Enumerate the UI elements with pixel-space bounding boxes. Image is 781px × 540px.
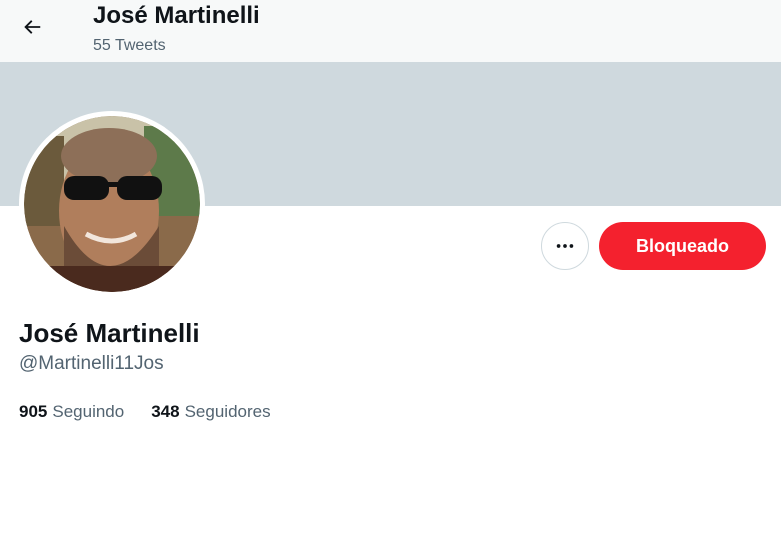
arrow-left-icon xyxy=(24,20,41,34)
more-horizontal-icon xyxy=(556,244,574,248)
more-options-button[interactable] xyxy=(541,222,589,270)
profile-header-bar: José Martinelli 55 Tweets xyxy=(0,0,781,62)
profile-name: José Martinelli xyxy=(19,318,200,348)
header-tweet-count: 55 Tweets xyxy=(93,37,166,54)
following-link[interactable]: 905 Seguindo xyxy=(19,402,124,422)
blocked-button[interactable]: Bloqueado xyxy=(599,222,766,270)
profile-handle: @Martinelli11Jos xyxy=(19,353,164,374)
followers-link[interactable]: 348 Seguidores xyxy=(151,402,270,422)
avatar-photo xyxy=(24,116,200,292)
following-count: 905 xyxy=(19,402,48,421)
following-label: Seguindo xyxy=(52,402,125,421)
profile-stats: 905 Seguindo 348 Seguidores xyxy=(19,402,271,422)
back-button[interactable] xyxy=(14,9,50,45)
followers-count: 348 xyxy=(151,402,180,421)
header-title: José Martinelli xyxy=(93,2,260,29)
followers-label: Seguidores xyxy=(184,402,271,421)
avatar[interactable] xyxy=(19,111,205,297)
